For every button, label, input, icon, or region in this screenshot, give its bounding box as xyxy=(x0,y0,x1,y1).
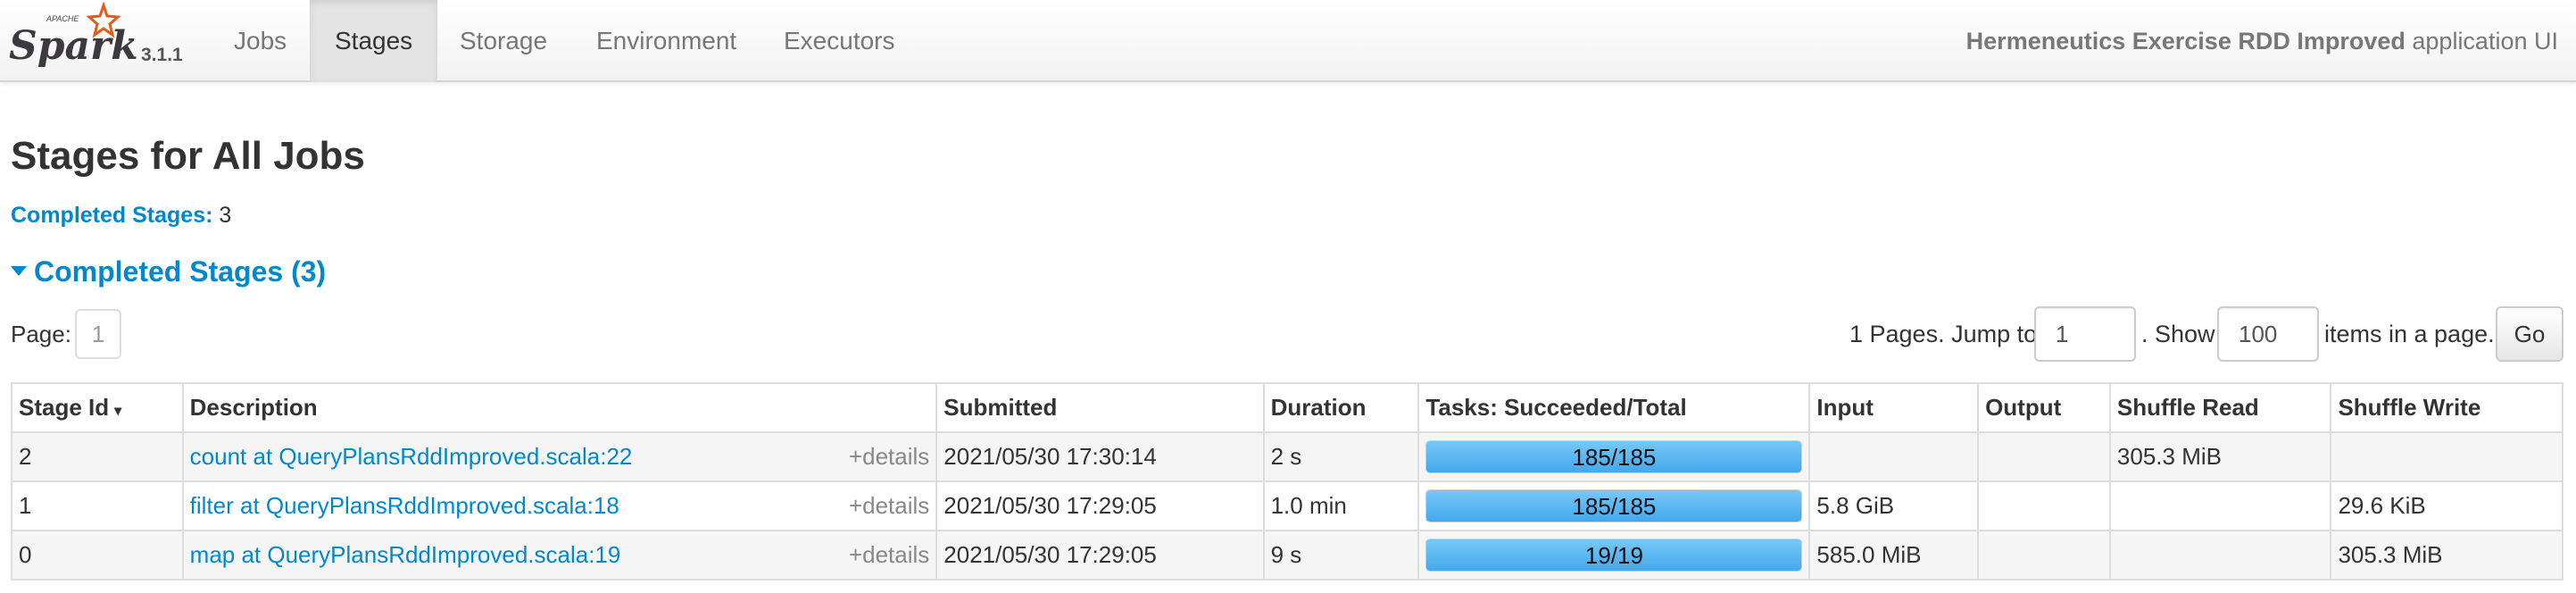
table-row: 1 filter at QueryPlansRddImproved.scala:… xyxy=(11,480,2564,531)
stage-id-cell: 0 xyxy=(11,530,184,580)
duration-cell: 2 s xyxy=(1262,431,1420,482)
app-name: Hermeneutics Exercise RDD Improved xyxy=(1965,28,2406,54)
page-number-button[interactable]: 1 xyxy=(75,309,121,359)
tasks-cell: 185/185 xyxy=(1417,431,1811,482)
input-cell: 585.0 MiB xyxy=(1808,530,1980,580)
stage-id-cell: 1 xyxy=(11,480,184,531)
sort-desc-icon: ▾ xyxy=(114,404,122,419)
header-output[interactable]: Output xyxy=(1977,382,2111,433)
submitted-cell: 2021/05/30 17:29:05 xyxy=(935,530,1265,580)
header-description[interactable]: Description xyxy=(181,382,938,433)
completed-stages-count: 3 xyxy=(219,203,232,228)
description-cell: filter at QueryPlansRddImproved.scala:18… xyxy=(181,480,938,531)
table-row: 2 count at QueryPlansRddImproved.scala:2… xyxy=(11,431,2564,482)
table-header-row: Stage Id ▾ Description Submitted Duration… xyxy=(11,382,2564,433)
description-cell: map at QueryPlansRddImproved.scala:19 +d… xyxy=(181,530,938,580)
header-submitted[interactable]: Submitted xyxy=(935,382,1265,433)
collapse-arrow-icon xyxy=(11,266,27,277)
tasks-cell: 185/185 xyxy=(1417,480,1811,531)
shuffle-write-cell: 29.6 KiB xyxy=(2330,480,2564,531)
details-toggle[interactable]: +details xyxy=(849,443,929,471)
items-text: items in a page. xyxy=(2324,321,2495,347)
stage-id-cell: 2 xyxy=(11,431,184,482)
tab-stages[interactable]: Stages xyxy=(310,0,438,82)
tasks-cell: 19/19 xyxy=(1417,530,1811,580)
tab-jobs[interactable]: Jobs xyxy=(209,0,312,82)
shuffle-read-cell xyxy=(2108,480,2332,531)
completed-stages-link[interactable]: Completed Stages: xyxy=(11,203,212,228)
tab-executors[interactable]: Executors xyxy=(759,0,920,82)
duration-cell: 1.0 min xyxy=(1262,480,1420,531)
top-navbar: APACHE Spark 3.1.1 Jobs Stages Storage E… xyxy=(0,0,2576,82)
app-title: Hermeneutics Exercise RDD Improved appli… xyxy=(1966,0,2558,82)
page-title: Stages for All Jobs xyxy=(11,134,365,178)
tasks-progress-bar: 19/19 xyxy=(1425,539,1803,572)
completed-stages-toggle[interactable]: Completed Stages (3) xyxy=(11,255,326,288)
submitted-cell: 2021/05/30 17:29:05 xyxy=(935,480,1265,531)
go-button[interactable]: Go xyxy=(2496,306,2564,362)
description-cell: count at QueryPlansRddImproved.scala:22 … xyxy=(181,431,938,482)
jump-to-page-input[interactable]: 1 xyxy=(2034,306,2136,362)
header-duration[interactable]: Duration xyxy=(1262,382,1420,433)
shuffle-read-cell: 305.3 MiB xyxy=(2108,431,2332,482)
submitted-cell: 2021/05/30 17:30:14 xyxy=(935,431,1265,482)
stage-description-link[interactable]: filter at QueryPlansRddImproved.scala:18 xyxy=(190,492,619,519)
output-cell xyxy=(1977,431,2111,482)
section-title: Completed Stages (3) xyxy=(34,255,327,288)
tasks-progress-bar: 185/185 xyxy=(1425,489,1803,522)
header-stage-id[interactable]: Stage Id ▾ xyxy=(11,382,184,433)
header-input[interactable]: Input xyxy=(1808,382,1980,433)
shuffle-write-cell: 305.3 MiB xyxy=(2330,530,2564,580)
header-shuffle-write[interactable]: Shuffle Write xyxy=(2330,382,2564,433)
app-suffix: application UI xyxy=(2412,28,2558,54)
output-cell xyxy=(1977,530,2111,580)
details-toggle[interactable]: +details xyxy=(849,541,929,569)
stage-description-link[interactable]: count at QueryPlansRddImproved.scala:22 xyxy=(190,443,633,470)
stages-table: Stage Id ▾ Description Submitted Duration… xyxy=(11,382,2564,580)
pages-text: 1 Pages. Jump to xyxy=(1849,321,2038,347)
completed-stages-summary: Completed Stages: 3 xyxy=(11,203,231,229)
input-cell xyxy=(1808,431,1980,482)
svg-text:Spark: Spark xyxy=(9,23,138,69)
page-label: Page: xyxy=(11,321,71,347)
output-cell xyxy=(1977,480,2111,531)
shuffle-write-cell xyxy=(2330,431,2564,482)
spark-logo[interactable]: APACHE Spark xyxy=(7,1,141,73)
header-shuffle-read[interactable]: Shuffle Read xyxy=(2108,382,2332,433)
header-tasks[interactable]: Tasks: Succeeded/Total xyxy=(1417,382,1811,433)
version-label: 3.1.1 xyxy=(141,45,183,65)
page-size-input[interactable]: 100 xyxy=(2217,306,2319,362)
tasks-progress-bar: 185/185 xyxy=(1425,440,1803,473)
shuffle-read-cell xyxy=(2108,530,2332,580)
duration-cell: 9 s xyxy=(1262,530,1420,580)
tab-environment[interactable]: Environment xyxy=(571,0,761,82)
details-toggle[interactable]: +details xyxy=(849,492,929,520)
input-cell: 5.8 GiB xyxy=(1808,480,1980,531)
show-text: . Show xyxy=(2141,321,2215,347)
svg-text:APACHE: APACHE xyxy=(46,14,79,23)
stage-description-link[interactable]: map at QueryPlansRddImproved.scala:19 xyxy=(190,541,621,568)
tab-storage[interactable]: Storage xyxy=(435,0,572,82)
table-row: 0 map at QueryPlansRddImproved.scala:19 … xyxy=(11,530,2564,580)
